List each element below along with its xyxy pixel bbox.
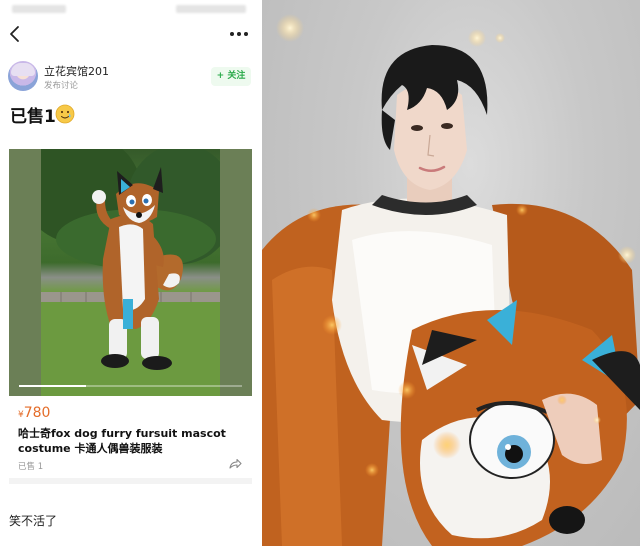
section-divider: [9, 478, 252, 484]
phone-screenshot: 立花宾馆201 发布讨论 + 关注 已售1 ¥780 哈士奇fox dog fu…: [0, 0, 262, 546]
more-dots-icon: [230, 32, 248, 36]
listing-title[interactable]: 哈士奇fox dog furry fursuit mascot costume …: [18, 426, 240, 456]
portrait-illustration: [262, 14, 640, 546]
listing-price: ¥780: [18, 405, 50, 421]
listing-image[interactable]: [9, 149, 252, 396]
status-bar-blurred-right: [176, 5, 246, 13]
more-button[interactable]: [228, 24, 250, 44]
chevron-left-icon: [10, 26, 19, 42]
back-button[interactable]: [6, 24, 26, 44]
sold-count: 已售 1: [18, 462, 44, 472]
post-type-label: 发布讨论: [44, 81, 79, 91]
author-avatar[interactable]: [8, 61, 38, 91]
post-title: 已售1: [10, 107, 56, 127]
image-carousel-progress: [19, 385, 242, 387]
status-bar-blurred-left: [12, 5, 66, 13]
comment-text: 笑不活了: [9, 514, 58, 528]
share-icon[interactable]: [228, 457, 242, 471]
image-carousel-progress-fill: [19, 385, 86, 387]
status-bar: [0, 0, 262, 18]
price-value: 780: [23, 405, 51, 421]
fursuit-photo: [41, 149, 220, 396]
smiling-tear-emoji-icon: [55, 104, 75, 124]
follow-button[interactable]: + 关注: [211, 67, 251, 86]
portrait-photo: [262, 0, 640, 546]
author-name[interactable]: 立花宾馆201: [44, 63, 109, 79]
